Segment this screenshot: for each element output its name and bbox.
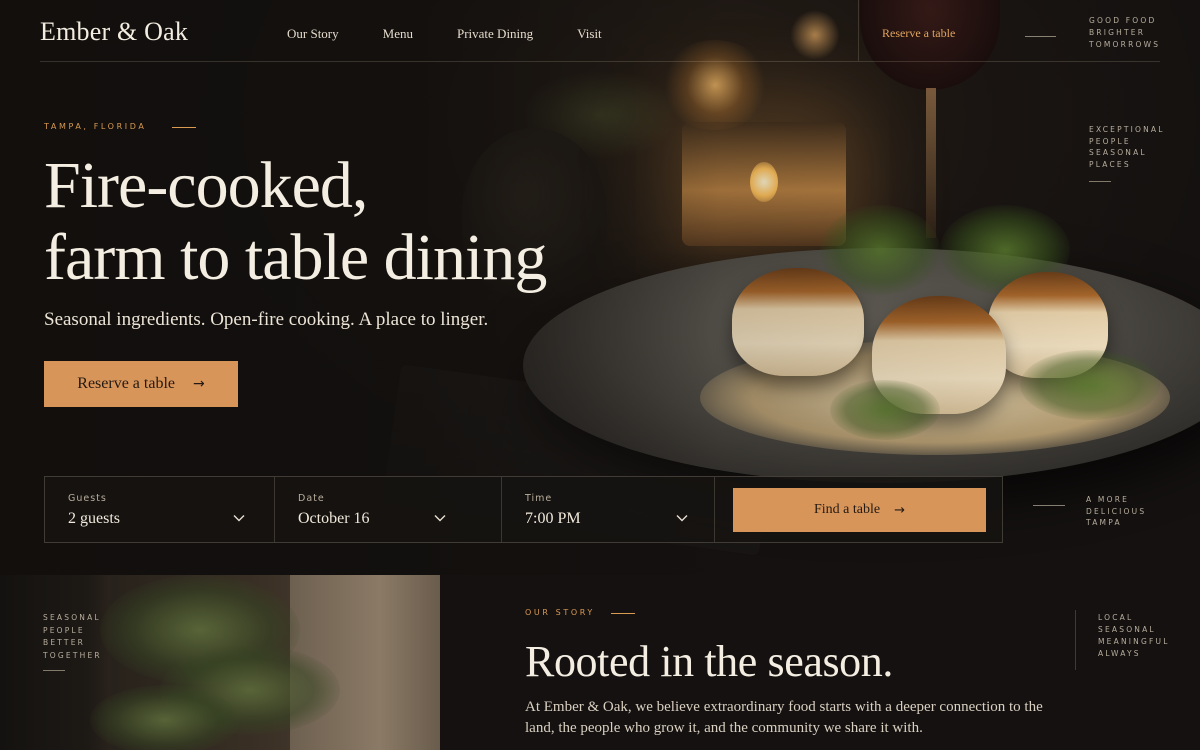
nav-link-our-story[interactable]: Our Story xyxy=(287,26,339,42)
nav-link-private-dining[interactable]: Private Dining xyxy=(457,26,533,42)
booking-dash xyxy=(1033,505,1065,506)
story-image-words: SEASONAL PEOPLE BETTER TOGETHER xyxy=(43,612,102,662)
side-word: SEASONAL xyxy=(1089,148,1147,157)
tagline-line: TOMORROWS xyxy=(1089,40,1161,49)
nav-reserve-link[interactable]: Reserve a table xyxy=(882,26,955,41)
tagline-line: GOOD FOOD xyxy=(1089,16,1157,25)
hero-subtitle: Seasonal ingredients. Open-fire cooking.… xyxy=(44,309,489,330)
nav-dash xyxy=(1025,36,1056,37)
chevron-down-icon xyxy=(674,510,690,526)
hero-title-line: Fire-cooked, xyxy=(44,149,368,222)
arrow-right-icon: → xyxy=(193,376,205,392)
time-value: 7:00 PM xyxy=(525,510,581,527)
side-word: SEASONAL xyxy=(43,613,101,622)
date-label: Date xyxy=(298,493,325,504)
story-divider xyxy=(1075,610,1076,670)
side-word: PLACES xyxy=(1089,159,1131,169)
olive-branch xyxy=(90,685,240,750)
booking-side-words: A MORE DELICIOUS TAMPA xyxy=(1086,494,1146,529)
side-word: MEANINGFUL xyxy=(1098,637,1170,646)
find-table-button[interactable]: Find a table → xyxy=(733,488,986,532)
side-word: DELICIOUS xyxy=(1086,506,1147,516)
guests-select[interactable]: Guests 2 guests xyxy=(45,477,275,542)
booking-bar: Guests 2 guests Date October 16 Time 7:0… xyxy=(44,476,1003,543)
tagline-line: BRIGHTER xyxy=(1089,28,1146,37)
story-side-words: LOCAL SEASONAL MEANINGFUL ALWAYS xyxy=(1098,612,1170,660)
side-word: A MORE xyxy=(1086,495,1130,504)
time-select[interactable]: Time 7:00 PM xyxy=(502,477,715,542)
reserve-table-button[interactable]: Reserve a table → xyxy=(44,361,238,407)
side-word: TAMPA xyxy=(1086,518,1122,527)
eyebrow-rule xyxy=(172,127,196,128)
side-word: PEOPLE xyxy=(43,625,85,635)
nav-link-visit[interactable]: Visit xyxy=(577,26,602,42)
date-value: October 16 xyxy=(298,510,370,527)
story-words-rule xyxy=(43,670,65,671)
side-word: ALWAYS xyxy=(1098,649,1141,658)
story-body: At Ember & Oak, we believe extraordinary… xyxy=(525,699,1043,736)
hero-title-line: farm to table dining xyxy=(44,221,547,294)
hero-title: Fire-cooked, farm to table dining xyxy=(44,149,547,294)
story-photo xyxy=(0,575,440,750)
story-eyebrow-rule xyxy=(611,613,635,614)
chevron-down-icon xyxy=(231,510,247,526)
side-word: LOCAL xyxy=(1098,613,1134,622)
side-word: TOGETHER xyxy=(43,650,102,660)
chevron-down-icon xyxy=(432,510,448,526)
side-word: SEASONAL xyxy=(1098,625,1156,634)
side-word: BETTER xyxy=(43,638,86,647)
nav-rule xyxy=(40,61,1160,62)
side-word: EXCEPTIONAL xyxy=(1089,125,1165,134)
hero-side-words: EXCEPTIONAL PEOPLE SEASONAL PLACES xyxy=(1089,124,1165,170)
location-eyebrow: TAMPA, FLORIDA xyxy=(44,122,147,131)
find-table-label: Find a table xyxy=(813,502,881,517)
arrow-right-icon: → xyxy=(894,502,905,518)
date-select[interactable]: Date October 16 xyxy=(275,477,502,542)
main-nav: Our Story Menu Private Dining Visit xyxy=(287,26,602,42)
brand-logo[interactable]: Ember & Oak xyxy=(40,17,188,47)
nav-divider xyxy=(858,0,859,61)
story-title: Rooted in the season. xyxy=(525,637,893,686)
story-eyebrow: OUR STORY xyxy=(525,608,595,617)
nav-tagline: GOOD FOOD BRIGHTER TOMORROWS xyxy=(1089,15,1160,51)
side-word: PEOPLE xyxy=(1089,136,1131,146)
side-words-rule xyxy=(1089,181,1111,182)
time-label: Time xyxy=(525,493,553,504)
guests-value: 2 guests xyxy=(68,510,120,527)
reserve-table-label: Reserve a table xyxy=(77,375,175,392)
nav-link-menu[interactable]: Menu xyxy=(383,26,413,42)
guests-label: Guests xyxy=(68,493,107,504)
